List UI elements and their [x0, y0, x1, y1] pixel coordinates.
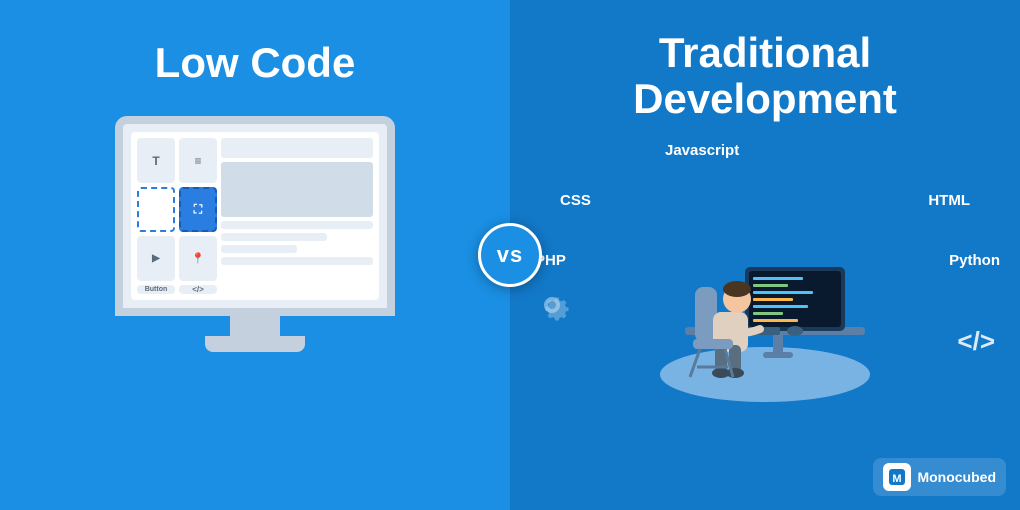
- left-panel: Low Code T ≡ ⛶ ▶ 📍 Button </>: [0, 0, 510, 510]
- label-javascript: Javascript: [665, 142, 739, 159]
- widget-code: </>: [179, 285, 217, 294]
- code-tag-icon: </>: [957, 326, 995, 357]
- monitor-illustration: T ≡ ⛶ ▶ 📍 Button </>: [115, 116, 395, 352]
- content-line-2: [221, 233, 327, 241]
- widget-button: Button: [137, 285, 175, 294]
- label-html: HTML: [928, 192, 970, 209]
- left-title: Low Code: [155, 40, 356, 86]
- gear-icon: [530, 283, 574, 332]
- label-python: Python: [949, 252, 1000, 269]
- widget-image-dashed: [137, 187, 175, 232]
- label-css: CSS: [560, 192, 591, 209]
- main-container: Low Code T ≡ ⛶ ▶ 📍 Button </>: [0, 0, 1020, 510]
- svg-text:M: M: [893, 473, 902, 485]
- monocubed-badge: M Monocubed: [873, 458, 1006, 496]
- widget-text: T: [137, 138, 175, 183]
- widget-image-selected: ⛶: [179, 187, 217, 232]
- monitor-neck: [230, 316, 280, 336]
- vs-label: vs: [497, 242, 523, 268]
- widget-panel: T ≡ ⛶ ▶ 📍 Button </>: [137, 138, 217, 294]
- content-line-3: [221, 245, 297, 253]
- dev-scene-container: Javascript CSS HTML PHP Python </>: [510, 142, 1020, 412]
- content-header-bar: [221, 138, 373, 158]
- widget-location: 📍: [179, 236, 217, 281]
- content-area: [221, 138, 373, 294]
- widget-lines: ≡: [179, 138, 217, 183]
- content-line-4: [221, 257, 373, 265]
- right-panel: Traditional Development Javascript CSS H…: [510, 0, 1020, 510]
- monitor-base: [205, 336, 305, 352]
- content-image: [221, 162, 373, 217]
- right-title: Traditional Development: [633, 30, 897, 122]
- content-line-1: [221, 221, 373, 229]
- monitor-screen: T ≡ ⛶ ▶ 📍 Button </>: [115, 116, 395, 316]
- monocubed-icon: M: [883, 463, 911, 491]
- monocubed-label: Monocubed: [917, 469, 996, 485]
- vs-badge: vs: [478, 223, 542, 287]
- widget-video: ▶: [137, 236, 175, 281]
- developer-svg: [655, 177, 875, 407]
